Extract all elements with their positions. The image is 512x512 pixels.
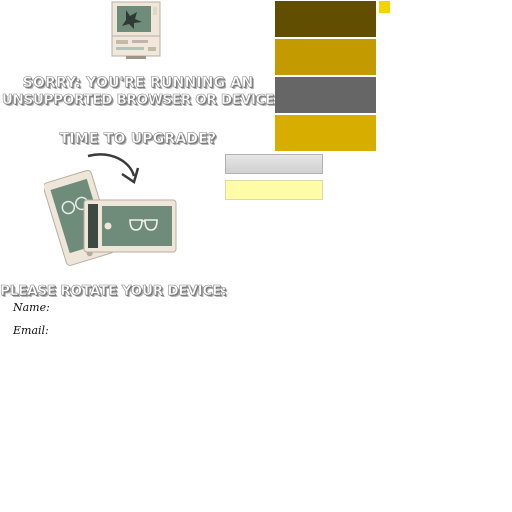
color-swatch	[275, 1, 376, 37]
rotate-device-icon	[44, 153, 177, 266]
upgrade-prompt: TIME TO UPGRADE?	[59, 131, 217, 148]
rotate-device-heading: PLEASE ROTATE YOUR DEVICE:	[0, 283, 227, 300]
color-swatch	[275, 115, 376, 151]
color-swatch	[275, 39, 376, 75]
name-label: Name:	[13, 301, 50, 314]
mini-color-swatch	[379, 1, 390, 13]
color-swatch	[275, 77, 376, 113]
email-label: Email:	[13, 324, 49, 337]
unsupported-browser-heading-line-1: SORRY: YOU'RE RUNNING AN	[22, 75, 254, 92]
yellow-text-input[interactable]	[225, 180, 323, 200]
retro-computer-icon	[111, 1, 161, 59]
gray-text-input[interactable]	[225, 154, 323, 174]
unsupported-browser-heading-line-2: UNSUPPORTED BROWSER OR DEVICE	[1, 92, 275, 109]
